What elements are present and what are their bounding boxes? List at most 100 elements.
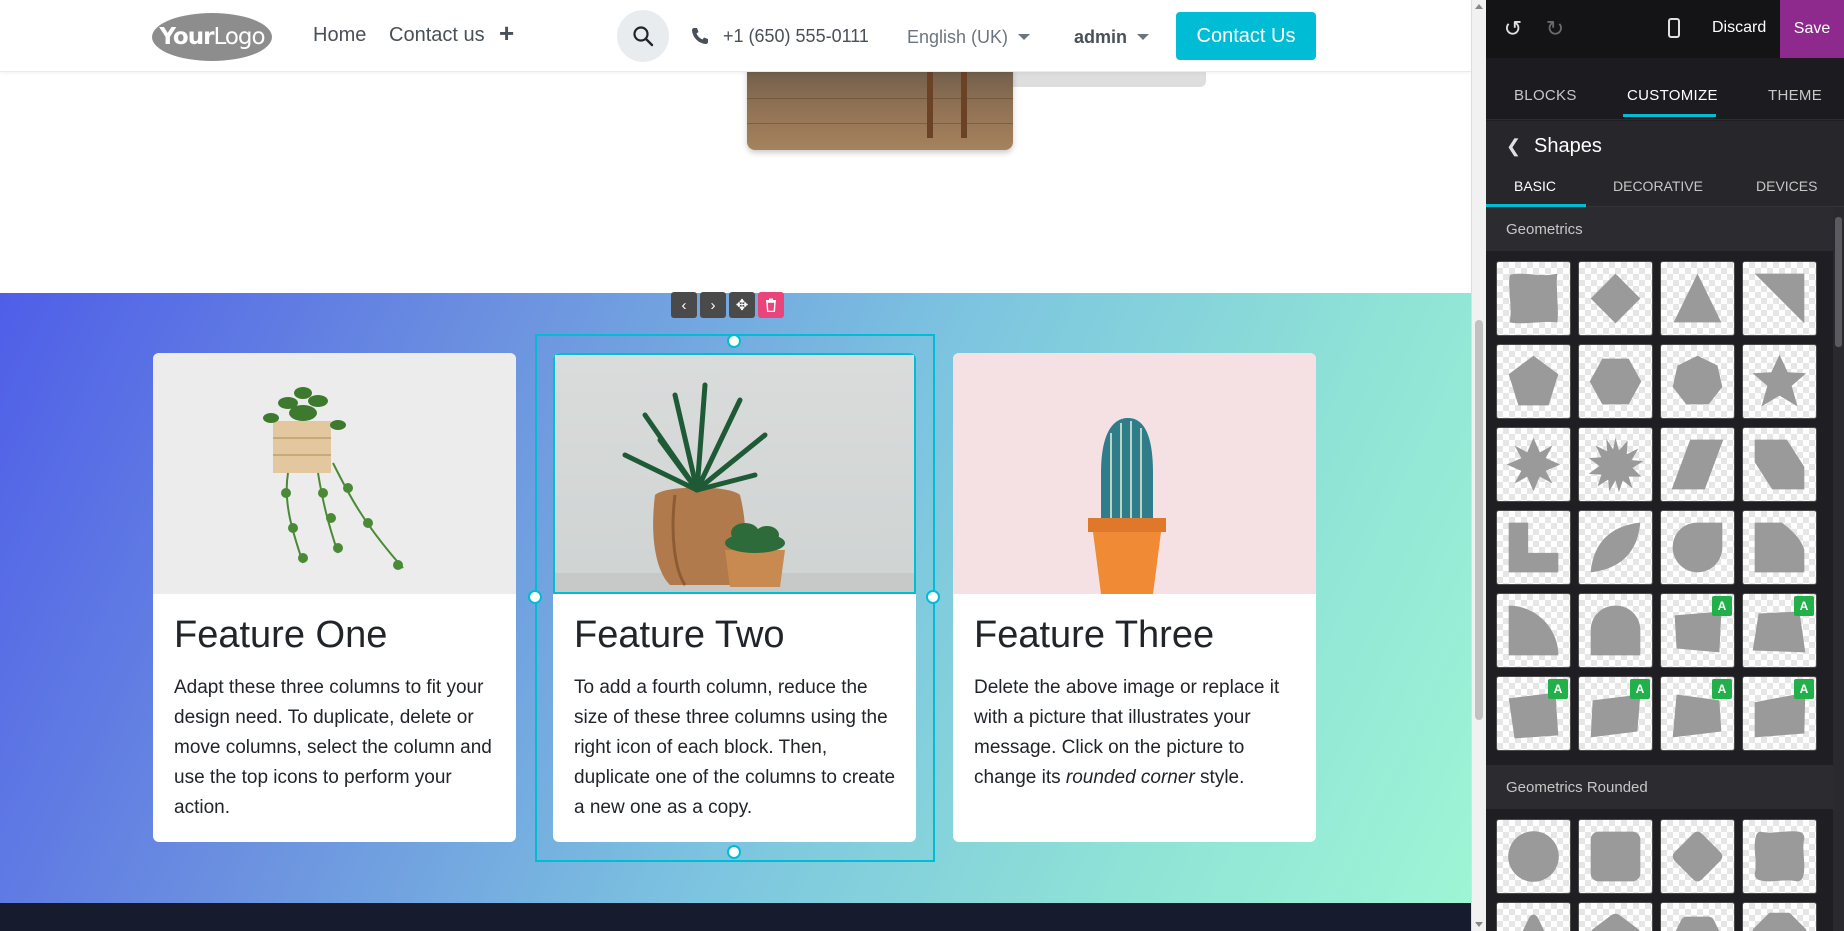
shape-star-five[interactable]	[1742, 344, 1817, 419]
delete-button[interactable]	[758, 292, 784, 318]
editor-topbar: ↺ ↻ Discard Save	[1486, 0, 1844, 58]
tab-theme[interactable]: THEME	[1768, 87, 1822, 104]
move-arrows-icon: ✥	[735, 297, 749, 314]
save-button[interactable]: Save	[1780, 0, 1844, 58]
page-scrollbar[interactable]	[1471, 0, 1486, 931]
feature-text[interactable]: Delete the above image or replace it wit…	[974, 673, 1299, 793]
shape-rounded-diamond[interactable]	[1660, 819, 1735, 894]
shape-circle[interactable]	[1496, 819, 1571, 894]
shape-diamond[interactable]	[1578, 261, 1653, 336]
back-icon[interactable]: ❮	[1506, 136, 1521, 157]
active-tab-indicator	[1623, 114, 1716, 117]
phone-number[interactable]: +1 (650) 555-0111	[723, 26, 869, 47]
move-right-button[interactable]: ›	[700, 292, 726, 318]
feature-card[interactable]: Feature One Adapt these three columns to…	[153, 353, 516, 842]
feature-image-hanging-plant[interactable]	[153, 353, 516, 594]
shape-animated-quad-6[interactable]: A	[1742, 676, 1817, 751]
shape-rounded-wavy-square[interactable]	[1742, 819, 1817, 894]
shapes-scrollbar[interactable]	[1833, 207, 1844, 931]
shape-drop[interactable]	[1660, 510, 1735, 585]
shape-animated-quad-5[interactable]: A	[1660, 676, 1735, 751]
feature-title[interactable]: Feature One	[174, 614, 387, 657]
language-dropdown[interactable]: English (UK)	[907, 27, 1031, 48]
redo-icon[interactable]: ↻	[1542, 16, 1568, 42]
shape-star-eight[interactable]	[1496, 427, 1571, 502]
contact-us-button[interactable]: Contact Us	[1176, 12, 1316, 60]
shape-rounded-hexagon[interactable]	[1660, 902, 1735, 931]
feature-title[interactable]: Feature Two	[574, 614, 785, 657]
footer	[0, 903, 1471, 931]
shape-l-shape[interactable]	[1496, 510, 1571, 585]
feature-text-part: style.	[1194, 767, 1245, 788]
nav-contact[interactable]: Contact us	[389, 24, 485, 47]
subtab-basic[interactable]: BASIC	[1514, 178, 1556, 194]
navbar: Your Logo Home Contact us + +1 (650) 555-…	[0, 0, 1471, 72]
shape-rounded-pentagon[interactable]	[1578, 902, 1653, 931]
drag-handle-button[interactable]: ✥	[729, 292, 755, 318]
logo-text-thin: Logo	[213, 24, 265, 50]
shape-animated-quad-1[interactable]: A	[1660, 593, 1735, 668]
mobile-preview-icon[interactable]	[1668, 18, 1680, 38]
user-dropdown[interactable]: admin	[1074, 27, 1150, 48]
shape-rounded-octagon[interactable]	[1742, 902, 1817, 931]
site-logo[interactable]: Your Logo	[152, 13, 272, 61]
subtab-decorative[interactable]: DECORATIVE	[1613, 178, 1703, 194]
shape-rounded-triangle[interactable]	[1496, 902, 1571, 931]
discard-button[interactable]: Discard	[1712, 19, 1766, 37]
website-preview: Your Logo Home Contact us + +1 (650) 555-…	[0, 0, 1471, 931]
panel-title: Shapes	[1534, 135, 1602, 157]
resize-handle-bottom[interactable]	[727, 845, 741, 859]
resize-handle-left[interactable]	[528, 590, 542, 604]
block-toolbar: ‹ › ✥	[671, 292, 784, 318]
scrollbar-thumb[interactable]	[1475, 320, 1483, 720]
feature-text[interactable]: Adapt these three columns to fit your de…	[174, 673, 499, 823]
shape-rounded-corner[interactable]	[1742, 510, 1817, 585]
shape-arch[interactable]	[1578, 593, 1653, 668]
resize-handle-top[interactable]	[727, 334, 741, 348]
undo-icon[interactable]: ↺	[1500, 16, 1526, 42]
feature-card[interactable]: Feature Three Delete the above image or …	[953, 353, 1316, 842]
scroll-up-icon[interactable]	[1475, 4, 1483, 9]
shape-wavy-square[interactable]	[1496, 261, 1571, 336]
shape-animated-quad-3[interactable]: A	[1496, 676, 1571, 751]
feature-text-emphasis: rounded corner	[1065, 767, 1195, 788]
shape-burst[interactable]	[1578, 427, 1653, 502]
shape-animated-quad-4[interactable]: A	[1578, 676, 1653, 751]
shapes-subtabs: BASIC DECORATIVE DEVICES	[1486, 171, 1844, 207]
add-menu-item-icon[interactable]: +	[499, 20, 514, 46]
tab-customize[interactable]: CUSTOMIZE	[1627, 87, 1718, 104]
shape-rounded-square[interactable]	[1578, 819, 1653, 894]
shape-quarter-circle[interactable]	[1496, 593, 1571, 668]
animated-badge: A	[1630, 679, 1650, 699]
scrollbar-thumb[interactable]	[1835, 217, 1842, 347]
editor-panel: ↺ ↻ Discard Save BLOCKS CUSTOMIZE THEME …	[1486, 0, 1844, 931]
room-image[interactable]	[747, 68, 1013, 150]
shape-cut-corner[interactable]	[1742, 427, 1817, 502]
feature-image-vase-plant[interactable]	[553, 353, 916, 594]
animated-badge: A	[1548, 679, 1568, 699]
shape-heptagon[interactable]	[1660, 344, 1735, 419]
shapes-header: ❮ Shapes	[1486, 121, 1844, 171]
move-left-button[interactable]: ‹	[671, 292, 697, 318]
shape-pentagon[interactable]	[1496, 344, 1571, 419]
section-label: Geometrics Rounded	[1506, 779, 1648, 796]
feature-image-cactus[interactable]	[953, 353, 1316, 594]
scroll-down-icon[interactable]	[1475, 922, 1483, 927]
search-button[interactable]	[617, 10, 669, 62]
shape-animated-quad-2[interactable]: A	[1742, 593, 1817, 668]
editor-tabs: BLOCKS CUSTOMIZE THEME	[1486, 58, 1844, 120]
feature-text[interactable]: To add a fourth column, reduce the size …	[574, 673, 899, 823]
tab-blocks[interactable]: BLOCKS	[1514, 87, 1577, 104]
shape-leaf[interactable]	[1578, 510, 1653, 585]
feature-title[interactable]: Feature Three	[974, 614, 1214, 657]
animated-badge: A	[1794, 596, 1814, 616]
shape-triangle[interactable]	[1660, 261, 1735, 336]
shape-hexagon[interactable]	[1578, 344, 1653, 419]
subtab-devices[interactable]: DEVICES	[1756, 178, 1817, 194]
shape-right-triangle[interactable]	[1742, 261, 1817, 336]
shape-parallelogram[interactable]	[1660, 427, 1735, 502]
resize-handle-right[interactable]	[926, 590, 940, 604]
feature-card-selected[interactable]: Feature Two To add a fourth column, redu…	[553, 353, 916, 842]
nav-home[interactable]: Home	[313, 24, 366, 47]
animated-badge: A	[1712, 596, 1732, 616]
